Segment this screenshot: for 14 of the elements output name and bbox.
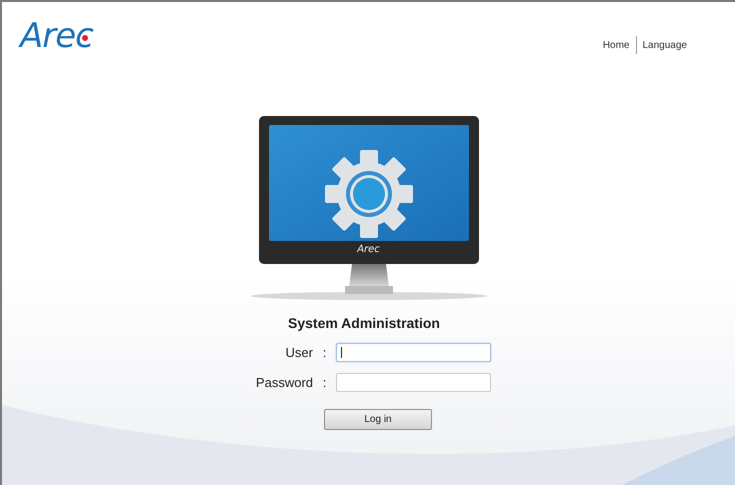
- field-label: Password: [254, 375, 313, 390]
- monitor-logo: Arec: [356, 244, 381, 255]
- page-title: System Administration: [288, 315, 441, 331]
- nav-link[interactable]: Language: [636, 40, 693, 50]
- field-label: User: [284, 345, 313, 360]
- colon: :: [322, 345, 328, 360]
- logo: Arec: [20, 18, 94, 54]
- colon: :: [322, 375, 328, 390]
- nav-link[interactable]: Home: [596, 40, 636, 50]
- gear-icon: [324, 150, 412, 238]
- input-field[interactable]: [336, 373, 491, 392]
- text-cursor: [341, 347, 342, 358]
- input-field[interactable]: [336, 343, 491, 362]
- login-button[interactable]: Log in: [324, 409, 432, 430]
